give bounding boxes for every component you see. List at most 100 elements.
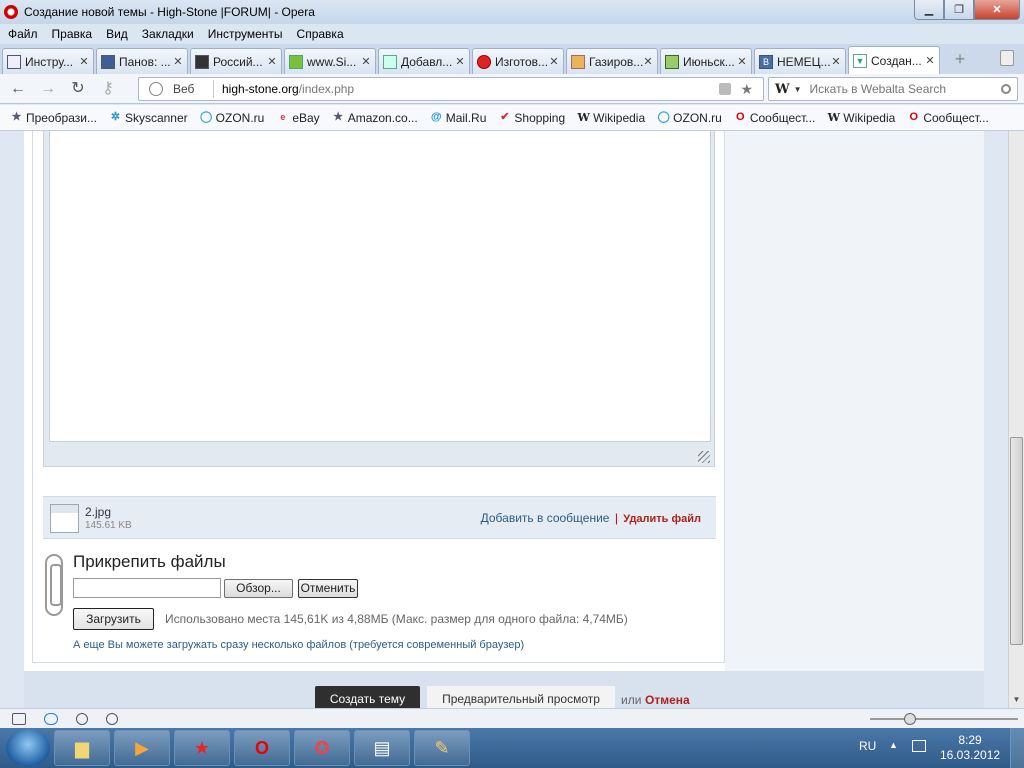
bookmark-label: eBay [292,110,320,125]
taskbar-explorer[interactable]: ▆ [54,730,110,766]
tab-bar: Инстру... ✕ Панов: ... ✕ Россий... ✕ www.Si… [0,44,1024,74]
bookmark-item[interactable]: ◯ OZON.ru [200,111,264,125]
search-input[interactable] [809,82,990,96]
message-editor[interactable] [49,131,711,442]
menu-file[interactable]: Файл [8,27,38,41]
close-tab-icon[interactable]: ✕ [455,55,465,68]
close-tab-icon[interactable]: ✕ [925,54,935,67]
keyboard-language[interactable]: RU [859,739,876,753]
tray-expand-icon[interactable]: ▲ [889,740,898,750]
tab[interactable]: Газиров... ✕ [566,48,658,74]
scroll-down-icon[interactable]: ▼ [1009,692,1024,708]
close-tab-icon[interactable]: ✕ [643,55,653,68]
tab[interactable]: Июньск... ✕ [660,48,752,74]
cancel-link[interactable]: Отмена [645,693,690,707]
window-controls: ▁ ❐ ✕ [914,0,1020,20]
bookmark-label: OZON.ru [673,110,722,125]
panel-toggle-icon[interactable] [12,712,26,725]
close-tab-icon[interactable]: ✕ [549,55,559,68]
clock-time: 8:29 [958,733,982,747]
preview-button[interactable]: Предварительный просмотр [427,686,615,708]
taskbar-pokerstars[interactable]: ★ [174,730,230,766]
maximize-button[interactable]: ❐ [944,0,974,20]
multi-upload-link[interactable]: А еще Вы можете загружать сразу нескольк… [73,639,524,651]
tab[interactable]: Изготов... ✕ [472,48,564,74]
upload-button[interactable]: Загрузить [73,608,154,630]
menu-view[interactable]: Вид [106,27,128,41]
taskbar-paint[interactable]: ✎ [414,730,470,766]
network-icon[interactable] [912,740,926,752]
minimize-button[interactable]: ▁ [914,0,944,20]
taskbar-poker-chip[interactable]: ✪ [294,730,350,766]
close-tab-icon[interactable]: ✕ [831,55,841,68]
trash-icon[interactable] [1000,50,1014,66]
tab[interactable]: Инстру... ✕ [2,48,94,74]
menu-bookmarks[interactable]: Закладки [142,27,194,41]
bookmark-item[interactable]: ✔ Shopping [498,111,565,125]
forward-icon[interactable]: → [36,77,60,101]
taskbar-opera[interactable]: O [234,730,290,766]
tab[interactable]: Добавл... ✕ [378,48,470,74]
storage-usage-text: Использовано места 145,61K из 4,88МБ (Ма… [165,612,628,626]
bookmark-item[interactable]: ✲ Skyscanner [109,111,188,125]
menu-tools[interactable]: Инструменты [208,27,283,41]
bookmark-item[interactable]: W Wikipedia [827,111,896,125]
tab[interactable]: Россий... ✕ [190,48,282,74]
back-icon[interactable]: ← [6,77,30,101]
bookmark-item[interactable]: ★ Amazon.co... [332,111,417,125]
bookmark-item[interactable]: W Wikipedia [577,111,645,125]
delete-file-link[interactable]: Удалить файл [623,513,701,525]
menu-edit[interactable]: Правка [52,27,93,41]
bookmark-star-icon[interactable]: ★ [740,81,753,98]
bookmark-item[interactable]: e eBay [276,111,319,125]
close-tab-icon[interactable]: ✕ [173,55,183,68]
bookmark-item[interactable]: O Сообщест... [907,110,989,125]
cloud-icon[interactable] [44,712,58,725]
close-tab-icon[interactable]: ✕ [79,55,89,68]
webalta-logo-icon[interactable]: W [775,82,790,97]
tab-active[interactable]: ▼ Создан... ✕ [848,46,940,74]
chevron-down-icon[interactable]: ▼ [794,85,802,94]
close-tab-icon[interactable]: ✕ [361,55,371,68]
tab[interactable]: Панов: ... ✕ [96,48,188,74]
share-icon[interactable] [76,712,88,725]
reload-icon[interactable]: ↻ [66,77,90,101]
cancel-upload-button[interactable]: Отменить [298,579,358,598]
bookmark-item[interactable]: @ Mail.Ru [430,111,487,125]
page-scrollbar[interactable]: ▼ [1008,131,1024,708]
taskbar-document[interactable]: ▤ [354,730,410,766]
tab[interactable]: www.Si... ✕ [284,48,376,74]
browse-button[interactable]: Обзор... [224,579,293,598]
search-box[interactable]: W ▼ [768,77,1018,101]
bug-icon [477,54,491,69]
new-tab-icon[interactable]: + [950,50,970,70]
bookmark-item[interactable]: ◯ OZON.ru [657,111,722,125]
bookmark-label: Сообщест... [923,110,989,125]
zoom-slider-knob[interactable] [904,713,916,725]
close-tab-icon[interactable]: ✕ [267,55,277,68]
close-button[interactable]: ✕ [974,0,1020,20]
search-icon[interactable] [1001,84,1011,94]
zoom-slider[interactable] [870,718,1018,720]
tab[interactable]: B НЕМЕЦ... ✕ [754,48,846,74]
show-desktop-button[interactable] [1010,728,1024,768]
start-button[interactable] [6,729,50,767]
bookmark-item[interactable]: O Сообщест... [734,111,815,125]
tab-label: НЕМЕЦ... [777,54,831,69]
taskbar-media-player[interactable]: ▶ [114,730,170,766]
doc-icon [195,54,209,69]
key-icon[interactable]: ⚷ [96,77,120,101]
file-path-field[interactable] [73,578,221,598]
close-tab-icon[interactable]: ✕ [737,55,747,68]
bookmark-item[interactable]: ★ Преобрази... [10,111,97,125]
feed-icon[interactable] [719,83,731,95]
create-topic-button[interactable]: Создать тему [315,686,420,708]
add-to-post-link[interactable]: Добавить в сообщение [481,511,610,525]
scrollbar-thumb[interactable] [1010,437,1023,645]
system-clock[interactable]: 8:29 16.03.2012 [940,733,1000,763]
bookmark-label: Преобрази... [26,110,97,125]
menu-help[interactable]: Справка [297,27,344,41]
resize-grip-icon[interactable] [698,451,710,463]
turbo-icon[interactable] [106,712,118,725]
address-bar[interactable]: Веб high-stone.org/index.php ★ [138,77,764,101]
